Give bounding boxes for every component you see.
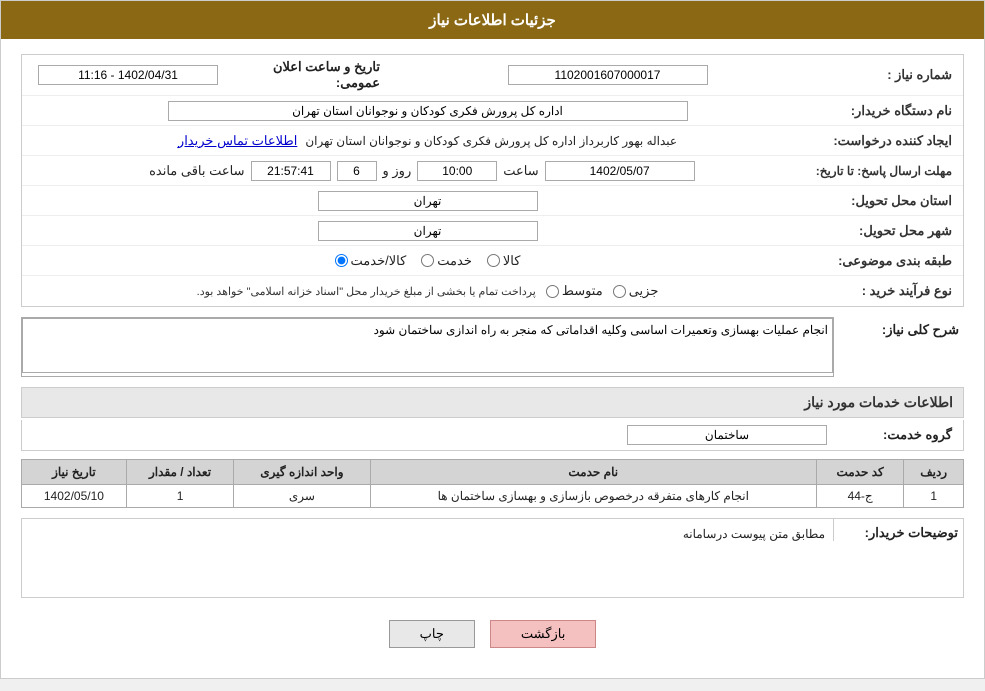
purchase-radio-jozii[interactable]: [613, 285, 626, 298]
cell-unit: سری: [234, 485, 370, 508]
group-label-row: گروه خدمت:: [21, 420, 964, 451]
order-number-input[interactable]: [508, 65, 708, 85]
requester-org-value: [28, 101, 827, 121]
purchase-motavasset[interactable]: متوسط: [546, 283, 603, 299]
creator-label: ایجاد کننده درخواست:: [827, 133, 957, 149]
cell-service_code: ج-44: [816, 485, 903, 508]
city-value: [28, 221, 827, 241]
category-kala-label: کالا: [503, 253, 521, 269]
buyer-notes-label: توضیحات خریدار:: [833, 519, 963, 541]
category-kala-khedmat-label: کالا/خدمت: [351, 253, 407, 269]
print-button[interactable]: چاپ: [389, 620, 475, 648]
col-count: تعداد / مقدار: [126, 460, 233, 485]
info-section: شماره نیاز : تاریخ و ساعت اعلان عمومی: ن…: [21, 54, 964, 307]
creator-row: ایجاد کننده درخواست: عبداله بهور کاربردا…: [22, 126, 963, 156]
description-section: شرح کلی نیاز:: [21, 317, 964, 377]
category-khedmat-label: خدمت: [437, 253, 472, 269]
cell-row_num: 1: [904, 485, 964, 508]
col-date: تاریخ نیاز: [22, 460, 127, 485]
category-radio-kala[interactable]: [487, 254, 500, 267]
purchase-type-note: پرداخت تمام یا بخشی از مبلغ خریدار محل "…: [197, 285, 536, 298]
category-row: طبقه بندی موضوعی: کالا خدمت کالا/خدمت: [22, 246, 963, 276]
page-title: جزئیات اطلاعات نیاز: [429, 12, 556, 29]
province-value: [28, 191, 827, 211]
category-label: طبقه بندی موضوعی:: [827, 253, 957, 269]
purchase-motavasset-label: متوسط: [562, 283, 603, 299]
group-label: گروه خدمت:: [827, 427, 957, 443]
order-row: شماره نیاز : تاریخ و ساعت اعلان عمومی:: [22, 55, 963, 96]
deadline-date-input[interactable]: [545, 161, 695, 181]
services-section-header: اطلاعات خدمات مورد نیاز: [21, 387, 964, 418]
cell-service_name: انجام کارهای متفرقه درخصوص بازسازی و بهس…: [370, 485, 816, 508]
category-radio-kala-khedmat[interactable]: [335, 254, 348, 267]
purchase-radio-motavasset[interactable]: [546, 285, 559, 298]
group-value: [28, 425, 827, 445]
remaining-days-input[interactable]: [337, 161, 377, 181]
col-service-code: کد حدمت: [816, 460, 903, 485]
creator-value: عبداله بهور کاربرداز اداره کل پرورش فکری…: [305, 134, 677, 148]
city-label: شهر محل تحویل:: [827, 223, 957, 239]
deadline-time-label: ساعت: [503, 163, 538, 179]
services-table: ردیف کد حدمت نام حدمت واحد اندازه گیری ت…: [21, 459, 964, 508]
col-row-num: ردیف: [904, 460, 964, 485]
province-row: استان محل تحویل:: [22, 186, 963, 216]
province-input[interactable]: [318, 191, 538, 211]
category-kala[interactable]: کالا: [487, 253, 521, 269]
remaining-suffix: ساعت باقی مانده: [149, 163, 244, 179]
page-header: جزئیات اطلاعات نیاز: [1, 1, 984, 39]
description-label: شرح کلی نیاز:: [834, 317, 964, 338]
announce-date-label: تاریخ و ساعت اعلان عمومی:: [228, 59, 388, 91]
col-service-name: نام حدمت: [370, 460, 816, 485]
announce-date-value: [28, 65, 228, 85]
city-row: شهر محل تحویل:: [22, 216, 963, 246]
requester-org-input[interactable]: [168, 101, 688, 121]
city-input[interactable]: [318, 221, 538, 241]
order-number-value: [388, 65, 827, 85]
buyer-notes-section: توضیحات خریدار: مطابق متن پیوست درسامانه: [21, 518, 964, 598]
announce-date-input[interactable]: [38, 65, 218, 85]
order-number-label: شماره نیاز :: [827, 67, 957, 83]
cell-date: 1402/05/10: [22, 485, 127, 508]
buyer-notes-content: مطابق متن پیوست درسامانه: [22, 519, 833, 549]
description-content: [21, 317, 834, 377]
back-button[interactable]: بازگشت: [490, 620, 596, 648]
cell-count: 1: [126, 485, 233, 508]
button-row: بازگشت چاپ: [21, 610, 964, 663]
province-label: استان محل تحویل:: [827, 193, 957, 209]
purchase-jozii[interactable]: جزیی: [613, 283, 659, 299]
deadline-values: ساعت روز و ساعت باقی مانده: [28, 161, 816, 181]
contact-link[interactable]: اطلاعات تماس خریدار: [178, 133, 297, 149]
remaining-days-label: روز و: [383, 163, 412, 179]
deadline-time-input[interactable]: [417, 161, 497, 181]
purchase-type-row: نوع فرآیند خرید : جزیی متوسط پرداخت تمام…: [22, 276, 963, 306]
buyer-notes-value: مطابق متن پیوست درسامانه: [26, 523, 829, 545]
category-value: کالا خدمت کالا/خدمت: [28, 253, 827, 269]
description-textarea[interactable]: [22, 318, 833, 373]
table-row: 1ج-44انجام کارهای متفرقه درخصوص بازسازی …: [22, 485, 964, 508]
purchase-type-value: جزیی متوسط پرداخت تمام یا بخشی از مبلغ خ…: [28, 283, 827, 299]
requester-org-label: نام دستگاه خریدار:: [827, 103, 957, 119]
purchase-jozii-label: جزیی: [629, 283, 659, 299]
services-table-section: ردیف کد حدمت نام حدمت واحد اندازه گیری ت…: [21, 459, 964, 508]
deadline-label: مهلت ارسال پاسخ: تا تاریخ:: [816, 164, 957, 178]
remaining-time-input[interactable]: [251, 161, 331, 181]
category-kala-khedmat[interactable]: کالا/خدمت: [335, 253, 407, 269]
deadline-row: مهلت ارسال پاسخ: تا تاریخ: ساعت روز و سا…: [22, 156, 963, 186]
category-khedmat[interactable]: خدمت: [421, 253, 472, 269]
purchase-type-label: نوع فرآیند خرید :: [827, 283, 957, 299]
col-unit: واحد اندازه گیری: [234, 460, 370, 485]
creator-value-cell: عبداله بهور کاربرداز اداره کل پرورش فکری…: [28, 133, 827, 149]
category-radio-khedmat[interactable]: [421, 254, 434, 267]
group-input[interactable]: [627, 425, 827, 445]
requester-row: نام دستگاه خریدار:: [22, 96, 963, 126]
